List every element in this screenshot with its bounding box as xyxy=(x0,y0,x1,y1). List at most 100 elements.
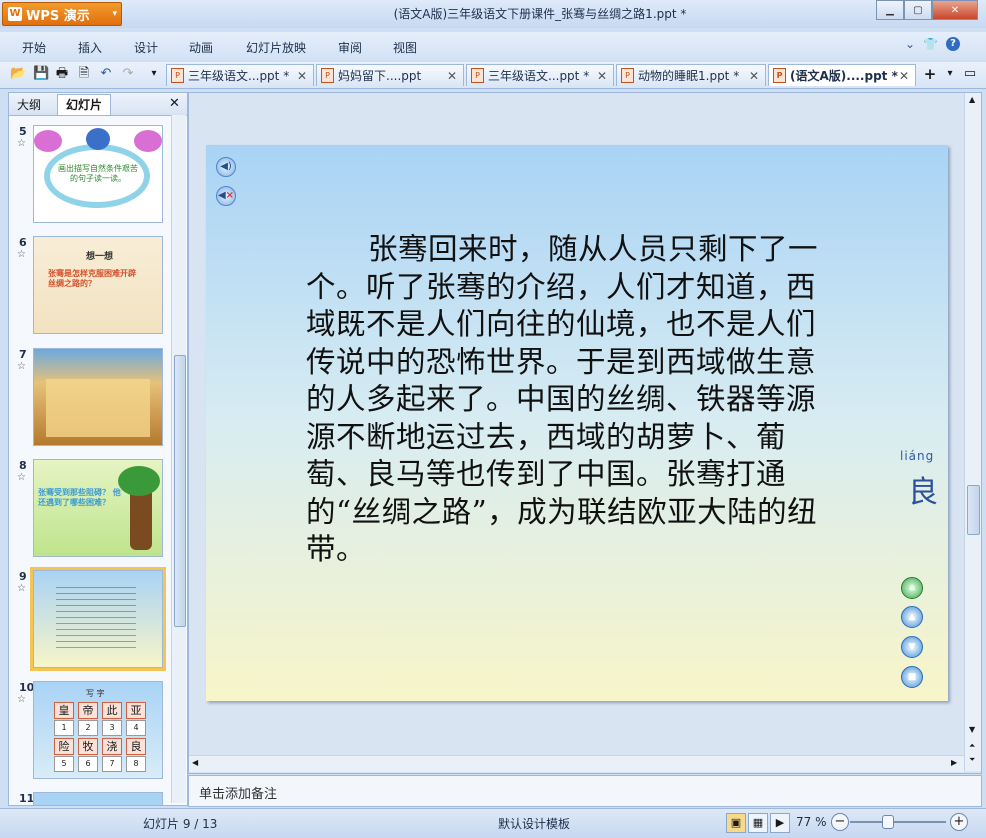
scroll-right-icon[interactable]: ▶ xyxy=(951,758,957,767)
tab-outline[interactable]: 大纲 xyxy=(17,96,41,113)
close-tab-icon[interactable]: ✕ xyxy=(597,69,607,83)
doc-tab-1[interactable]: P 三年级语文...ppt * ✕ xyxy=(166,64,314,86)
slide-number: 6 xyxy=(19,236,27,249)
scroll-left-icon[interactable]: ◀ xyxy=(192,758,198,767)
window-title: (语文A版)三年级语文下册课件_张骞与丝绸之路1.ppt * xyxy=(393,7,687,21)
stop-icon[interactable]: ■ xyxy=(901,666,923,688)
slide-thumbnail[interactable]: 画出描写自然条件艰苦的句子读一读。 xyxy=(33,125,163,223)
doc-tab-4[interactable]: P 动物的睡眠1.ppt * ✕ xyxy=(616,64,766,86)
transition-star-icon: ☆ xyxy=(17,583,26,594)
customize-toolbar-icon[interactable]: ▾ xyxy=(146,66,162,82)
sound-icon[interactable]: ◀) xyxy=(216,157,236,177)
close-tab-icon[interactable]: ✕ xyxy=(899,69,909,83)
thumb-char: 帝 xyxy=(78,702,98,719)
save-icon[interactable]: 💾 xyxy=(33,66,49,82)
prev-page-icon[interactable]: ⏶ xyxy=(969,741,975,751)
ppt-file-icon: P xyxy=(321,68,334,83)
print-icon[interactable]: 🖶 xyxy=(54,66,70,82)
thumb-num: 7 xyxy=(102,756,122,772)
notes-placeholder: 单击添加备注 xyxy=(199,787,278,802)
doc-tab-label: 三年级语文...ppt * xyxy=(488,69,590,83)
home-icon[interactable]: ⌂ xyxy=(901,577,923,599)
new-tab-icon[interactable]: + xyxy=(922,66,938,82)
thumb-text: 张骞受到那些阻碍？ 他还遇到了哪些困难？ xyxy=(38,488,121,507)
zoom-slider[interactable] xyxy=(850,821,946,823)
tab-list-icon[interactable]: ▾ xyxy=(942,66,958,82)
next-page-icon[interactable]: ⏷ xyxy=(969,755,975,765)
redo-icon[interactable]: ↷ xyxy=(120,66,136,82)
transition-star-icon: ☆ xyxy=(17,694,26,705)
editor-horizontal-scrollbar[interactable]: ◀ ▶ xyxy=(189,755,964,772)
thumb-char: 此 xyxy=(102,702,122,719)
doc-tab-label: 动物的睡眠1.ppt * xyxy=(638,69,740,83)
open-icon[interactable]: 📂 xyxy=(10,66,26,82)
design-template: 默认设计模板 xyxy=(498,817,571,831)
doc-tab-5-active[interactable]: P (语文A版)....ppt * ✕ xyxy=(768,64,916,86)
collapse-ribbon-icon[interactable]: ⌄ xyxy=(905,37,915,51)
quick-toolbar: 📂 💾 🖶 🗎 ↶ ↷ ▾ P 三年级语文...ppt * ✕ P 妈妈留下..… xyxy=(0,62,986,89)
ppt-file-icon: P xyxy=(773,68,786,83)
chevron-down-icon: ▾ xyxy=(112,9,117,19)
slide-thumbnail[interactable]: 张骞受到那些阻碍？ 他还遇到了哪些困难？ xyxy=(33,459,163,557)
panel-tabs: 大纲 幻灯片 ✕ xyxy=(9,93,187,116)
doc-tab-2[interactable]: P 妈妈留下....ppt ✕ xyxy=(316,64,464,86)
slide-number: 8 xyxy=(19,459,27,472)
zoom-out-button[interactable]: − xyxy=(831,813,849,831)
slideshow-icon[interactable]: ▶ xyxy=(770,813,790,833)
slide-thumbnail[interactable] xyxy=(33,348,163,446)
thumb-text: 张骞是怎样克服困难开辟丝绸之路的？ xyxy=(48,269,136,288)
next-slide-icon[interactable]: ▼ xyxy=(901,636,923,658)
editor-scroll-thumb[interactable] xyxy=(967,485,980,535)
slide-thumbnail[interactable]: 想一想 张骞是怎样克服困难开辟丝绸之路的？ xyxy=(33,236,163,334)
slide-thumbnail[interactable]: 写 字 皇 帝 此 亚 1 2 3 4 险 牧 浇 良 5 6 7 8 xyxy=(33,681,163,779)
maximize-button[interactable]: ▢ xyxy=(904,0,932,20)
zoom-slider-handle[interactable] xyxy=(882,815,894,829)
thumb-num: 5 xyxy=(54,756,74,772)
undo-icon[interactable]: ↶ xyxy=(98,66,114,82)
menu-slideshow[interactable]: 幻灯片放映 xyxy=(246,39,306,56)
doc-tab-3[interactable]: P 三年级语文...ppt * ✕ xyxy=(466,64,614,86)
thumb-char: 亚 xyxy=(126,702,146,719)
current-slide[interactable]: ◀) ◀× 张骞回来时，随从人员只剩下了一个。听了张骞的介绍，人们才知道，西域既… xyxy=(206,145,948,701)
tab-slides[interactable]: 幻灯片 xyxy=(57,94,112,115)
wps-menu-button[interactable]: W WPS 演示 ▾ xyxy=(2,2,122,26)
editor-vertical-scrollbar[interactable]: ▲ ▼ ⏶ ⏷ xyxy=(964,93,981,771)
slide-sorter-icon[interactable]: ▦ xyxy=(748,813,768,833)
slides-panel: 大纲 幻灯片 ✕ 5 ☆ 画出描写自然条件艰苦的句子读一读。 6 ☆ 想一想 张… xyxy=(8,92,188,806)
menu-view[interactable]: 视图 xyxy=(393,39,417,56)
help-icon[interactable]: ? xyxy=(946,37,961,51)
panel-scroll-thumb[interactable] xyxy=(174,355,186,627)
skin-icon[interactable]: 👕 xyxy=(923,37,938,51)
close-tab-icon[interactable]: ✕ xyxy=(749,69,759,83)
zoom-in-button[interactable]: + xyxy=(950,813,968,831)
menu-right-controls: ⌄ 👕 ? xyxy=(905,37,961,51)
minimize-button[interactable]: ▁ xyxy=(876,0,904,20)
scroll-down-icon[interactable]: ▼ xyxy=(969,725,975,734)
panel-scrollbar[interactable] xyxy=(171,115,186,803)
tab-layout-icon[interactable]: ▭ xyxy=(962,66,978,82)
zoom-level: 77 % xyxy=(796,815,827,829)
normal-view-icon[interactable]: ▣ xyxy=(726,813,746,833)
scroll-up-icon[interactable]: ▲ xyxy=(969,95,975,104)
print-preview-icon[interactable]: 🗎 xyxy=(76,66,92,82)
thumb-title: 写 字 xyxy=(86,689,105,698)
ppt-file-icon: P xyxy=(471,68,484,83)
notes-pane[interactable]: 单击添加备注 xyxy=(188,775,982,807)
menu-insert[interactable]: 插入 xyxy=(78,39,102,56)
slide-body-text[interactable]: 张骞回来时，随从人员只剩下了一个。听了张骞的介绍，人们才知道，西域既不是人们向往… xyxy=(306,231,836,569)
slide-thumbnail-selected[interactable] xyxy=(30,567,166,671)
menu-animation[interactable]: 动画 xyxy=(189,39,213,56)
thumb-num: 4 xyxy=(126,720,146,736)
close-panel-icon[interactable]: ✕ xyxy=(169,96,180,111)
menu-review[interactable]: 审阅 xyxy=(338,39,362,56)
close-tab-icon[interactable]: ✕ xyxy=(447,69,457,83)
menu-design[interactable]: 设计 xyxy=(134,39,158,56)
slide-thumbnail[interactable] xyxy=(33,792,163,806)
menu-home[interactable]: 开始 xyxy=(22,39,46,56)
close-tab-icon[interactable]: ✕ xyxy=(297,69,307,83)
thumb-num: 6 xyxy=(78,756,98,772)
close-button[interactable]: ✕ xyxy=(932,0,978,20)
previous-slide-icon[interactable]: ▲ xyxy=(901,606,923,628)
ppt-file-icon: P xyxy=(621,68,634,83)
sound-mute-icon[interactable]: ◀× xyxy=(216,186,236,206)
